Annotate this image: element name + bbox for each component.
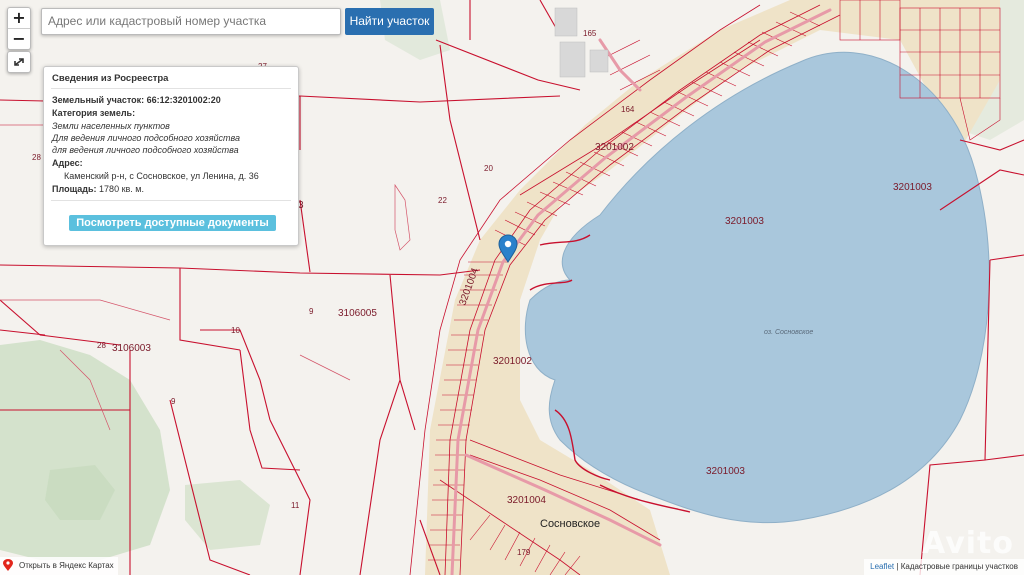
search-input[interactable] (42, 9, 342, 32)
parcel-label: 22 (438, 196, 447, 205)
parcel-label: 165 (583, 29, 597, 38)
divider (51, 200, 291, 201)
parcel-label: 20 (484, 164, 493, 173)
category-label: Категория земель: (52, 108, 136, 118)
fullscreen-button[interactable] (7, 51, 31, 73)
address-value: Каменский р-н, с Сосновское, ул Ленина, … (64, 171, 259, 181)
use-line-2: для ведения личного подсобного хозяйства (52, 145, 239, 155)
quarter-label: 3201003 (706, 466, 745, 477)
zoom-control: + − (7, 7, 31, 50)
popup-title: Сведения из Росреестра (52, 73, 169, 84)
view-documents-button[interactable]: Посмотреть доступные документы (69, 215, 276, 231)
search-box (41, 8, 342, 35)
expand-icon (14, 58, 24, 66)
find-parcel-button[interactable]: Найти участок (345, 8, 434, 35)
area-row: Площадь: 1780 кв. м. (52, 184, 144, 194)
open-in-yandex-link[interactable]: Открыть в Яндекс Картах (0, 557, 118, 575)
quarter-label: 3201002 (595, 142, 634, 153)
parcel-label: 10 (231, 326, 240, 335)
attribution-text: Кадастровые границы участков (900, 562, 1018, 571)
parcel-label: 28 (97, 341, 106, 350)
address-label: Адрес: (52, 158, 83, 168)
parcel-label: 164 (621, 105, 635, 114)
area-label: Площадь: (52, 184, 97, 194)
lake-label: оз. Сосновское (764, 329, 813, 336)
info-popup: Сведения из Росреестра Земельный участок… (43, 66, 299, 246)
parcel-number: 66:12:3201002:20 (146, 95, 221, 105)
attribution: Leaflet | Кадастровые границы участков (864, 559, 1024, 575)
parcel-label: 179 (517, 548, 531, 557)
category-value: Земли населенных пунктов (52, 121, 170, 131)
yandex-link-label: Открыть в Яндекс Картах (19, 561, 114, 570)
quarter-label: 3106003 (112, 343, 151, 354)
parcel-label: 11 (291, 501, 300, 510)
pin-icon (3, 559, 13, 572)
quarter-label: 3106005 (338, 308, 377, 319)
parcel-row: Земельный участок: 66:12:3201002:20 (52, 95, 221, 105)
quarter-label: 3201003 (725, 216, 764, 227)
quarter-label: 3201004 (507, 495, 546, 506)
leaflet-link[interactable]: Leaflet (870, 562, 894, 571)
quarter-label: 3201003 (893, 182, 932, 193)
zoom-in-button[interactable]: + (8, 8, 30, 29)
zoom-out-button[interactable]: − (8, 29, 30, 49)
quarter-label: 3201002 (493, 356, 532, 367)
avito-watermark: Avito (922, 526, 1014, 561)
parcel-label: 9 (171, 397, 176, 406)
parcel-label: Земельный участок: (52, 95, 145, 105)
parcel-label: 28 (32, 153, 41, 162)
divider (51, 88, 291, 89)
area-value: 1780 кв. м. (99, 184, 144, 194)
parcel-label: 9 (309, 307, 314, 316)
village-label: Сосновское (540, 518, 600, 530)
use-line-1: Для ведения личного подсобного хозяйства (52, 133, 241, 143)
